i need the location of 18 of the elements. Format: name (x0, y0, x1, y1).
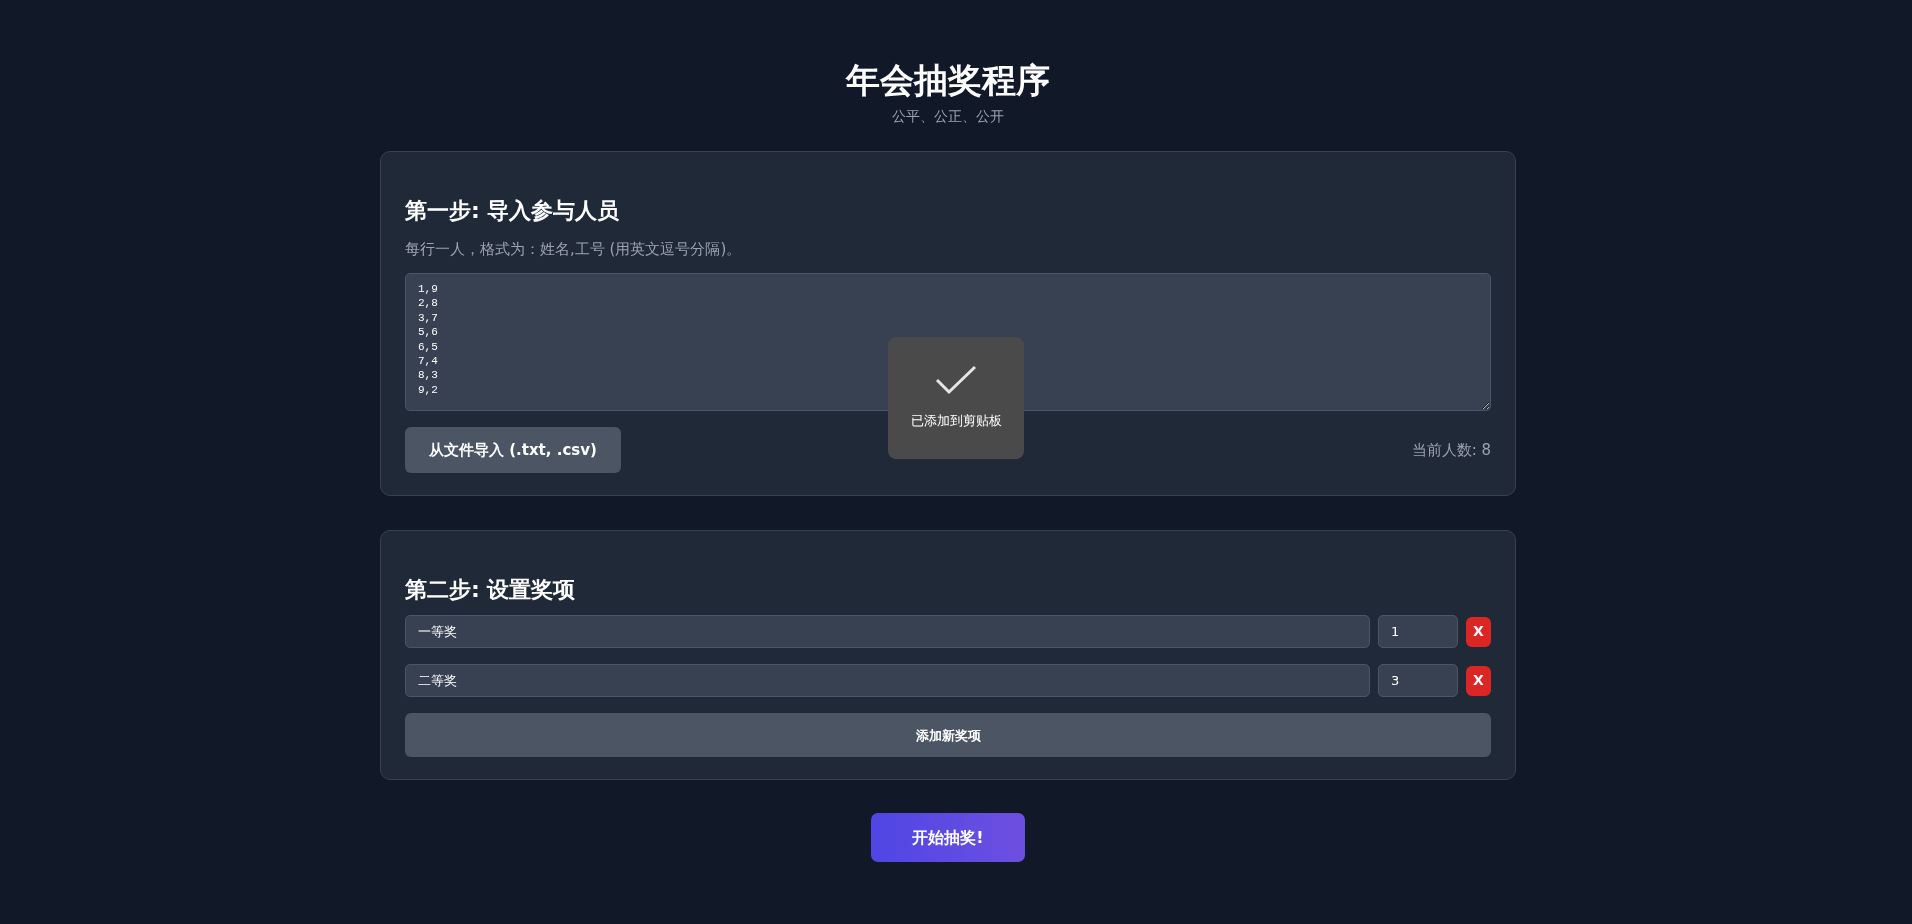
prize-count-field[interactable]: 1 (1378, 615, 1458, 649)
prize-count-field[interactable]: 3 (1378, 664, 1458, 698)
toast-message: 已添加到剪贴板 (910, 412, 1002, 431)
checkmark-icon (935, 365, 977, 396)
remove-prize-button[interactable]: X (1466, 616, 1491, 647)
prize-name-field[interactable]: 一等奖 (405, 615, 1370, 649)
step-heading: 第一步: 导入参与人员 (405, 198, 620, 223)
page-subtitle: 公平、公正、公开 (892, 108, 1004, 124)
participant-count: 当前人数: 8 (1411, 439, 1491, 461)
start-draw-button[interactable]: 开始抽奖! (871, 813, 1025, 863)
add-prize-button[interactable]: 添加新奖项 (405, 713, 1491, 758)
import-file-button[interactable]: 从文件导入 (.txt, .csv) (405, 426, 621, 473)
remove-prize-button[interactable]: X (1466, 665, 1491, 696)
step-heading: 第二步: 设置奖项 (405, 576, 576, 602)
page-title: 年会抽奖程序 (846, 60, 1050, 100)
participants-textarea[interactable]: 1,9 2,8 3,7 5,6 6,5 7,4 8,3 9,2 (405, 272, 1491, 411)
prize-name-field[interactable]: 二等奖 (405, 664, 1370, 698)
format-hint: 每行一人，格式为：姓名,工号 (用英文逗号分隔)。 (405, 240, 742, 259)
